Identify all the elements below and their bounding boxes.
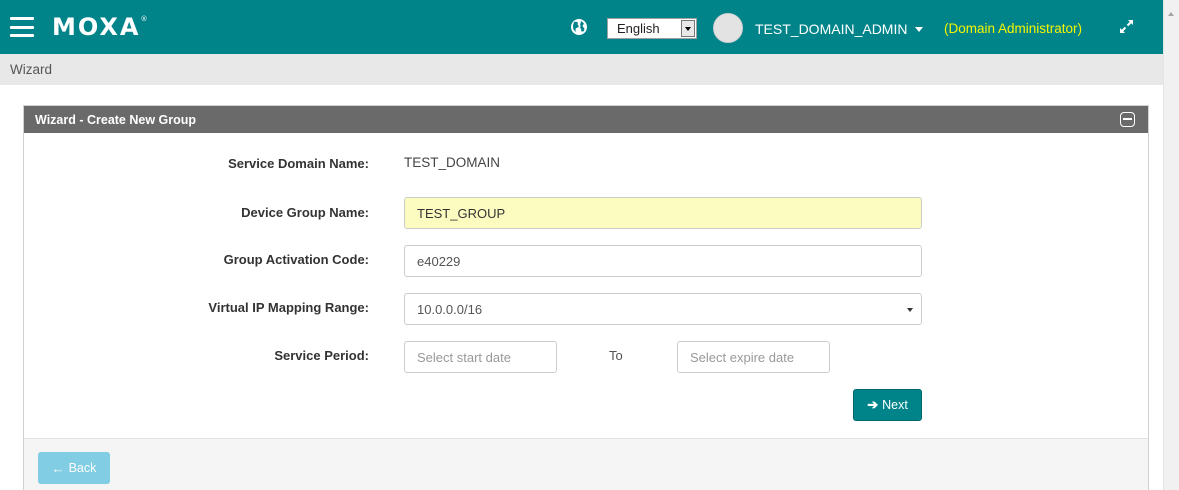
top-navbar: MOXA® English TEST_DOMAIN_ADMIN (Domain … — [0, 0, 1163, 54]
next-button[interactable]: ➔ Next — [853, 389, 922, 421]
caret-down-icon — [915, 26, 924, 32]
device-group-label: Device Group Name: — [241, 205, 369, 220]
avatar[interactable] — [713, 13, 743, 43]
language-value: English — [617, 21, 660, 36]
user-menu[interactable]: TEST_DOMAIN_ADMIN — [755, 21, 924, 37]
service-domain-value: TEST_DOMAIN — [404, 155, 501, 170]
device-group-value: TEST_GROUP — [417, 205, 506, 221]
service-period-label: Service Period: — [274, 348, 369, 363]
arrow-left-icon: ← — [51, 460, 65, 476]
language-select[interactable]: English — [607, 18, 697, 39]
logo-text: MOXA — [52, 13, 141, 41]
service-domain-label: Service Domain Name: — [228, 156, 369, 171]
activation-code-label: Group Activation Code: — [223, 252, 369, 267]
ip-range-label: Virtual IP Mapping Range: — [208, 300, 369, 315]
panel-title: Wizard - Create New Group — [35, 112, 197, 127]
back-button[interactable]: ← Back — [38, 452, 110, 484]
breadcrumb-bar: Wizard — [0, 54, 1163, 85]
caret-down-icon — [907, 308, 913, 312]
scroll-up-icon[interactable] — [1168, 12, 1174, 16]
ip-range-value: 10.0.0.0/16 — [417, 301, 483, 317]
moxa-logo[interactable]: MOXA® — [52, 13, 148, 41]
page-scrollbar[interactable] — [1163, 0, 1179, 490]
back-label: Back — [68, 461, 97, 475]
device-group-input[interactable]: TEST_GROUP — [404, 197, 922, 229]
chevron-down-icon[interactable] — [681, 20, 695, 37]
breadcrumb: Wizard — [10, 62, 53, 77]
wizard-panel: Wizard - Create New Group Service Domain… — [23, 105, 1149, 490]
start-date-placeholder: Select start date — [417, 349, 511, 365]
user-name: TEST_DOMAIN_ADMIN — [755, 21, 908, 37]
menu-icon[interactable] — [10, 17, 34, 37]
arrow-right-icon: ➔ — [867, 397, 879, 412]
collapse-icon[interactable] — [1120, 112, 1135, 127]
registered-mark: ® — [140, 15, 148, 23]
panel-footer: ← Back — [24, 438, 1148, 490]
ip-range-select[interactable]: 10.0.0.0/16 — [404, 293, 922, 325]
expire-date-placeholder: Select expire date — [690, 349, 795, 365]
expand-icon[interactable] — [1118, 18, 1135, 35]
globe-icon — [571, 19, 587, 35]
activation-code-value: e40229 — [417, 253, 461, 269]
activation-code-input[interactable]: e40229 — [404, 245, 922, 277]
start-date-input[interactable]: Select start date — [404, 341, 557, 373]
panel-header: Wizard - Create New Group — [24, 106, 1148, 133]
next-label: Next — [882, 398, 908, 412]
expire-date-input[interactable]: Select expire date — [677, 341, 830, 373]
user-role: (Domain Administrator) — [944, 21, 1083, 36]
to-label: To — [609, 348, 623, 363]
